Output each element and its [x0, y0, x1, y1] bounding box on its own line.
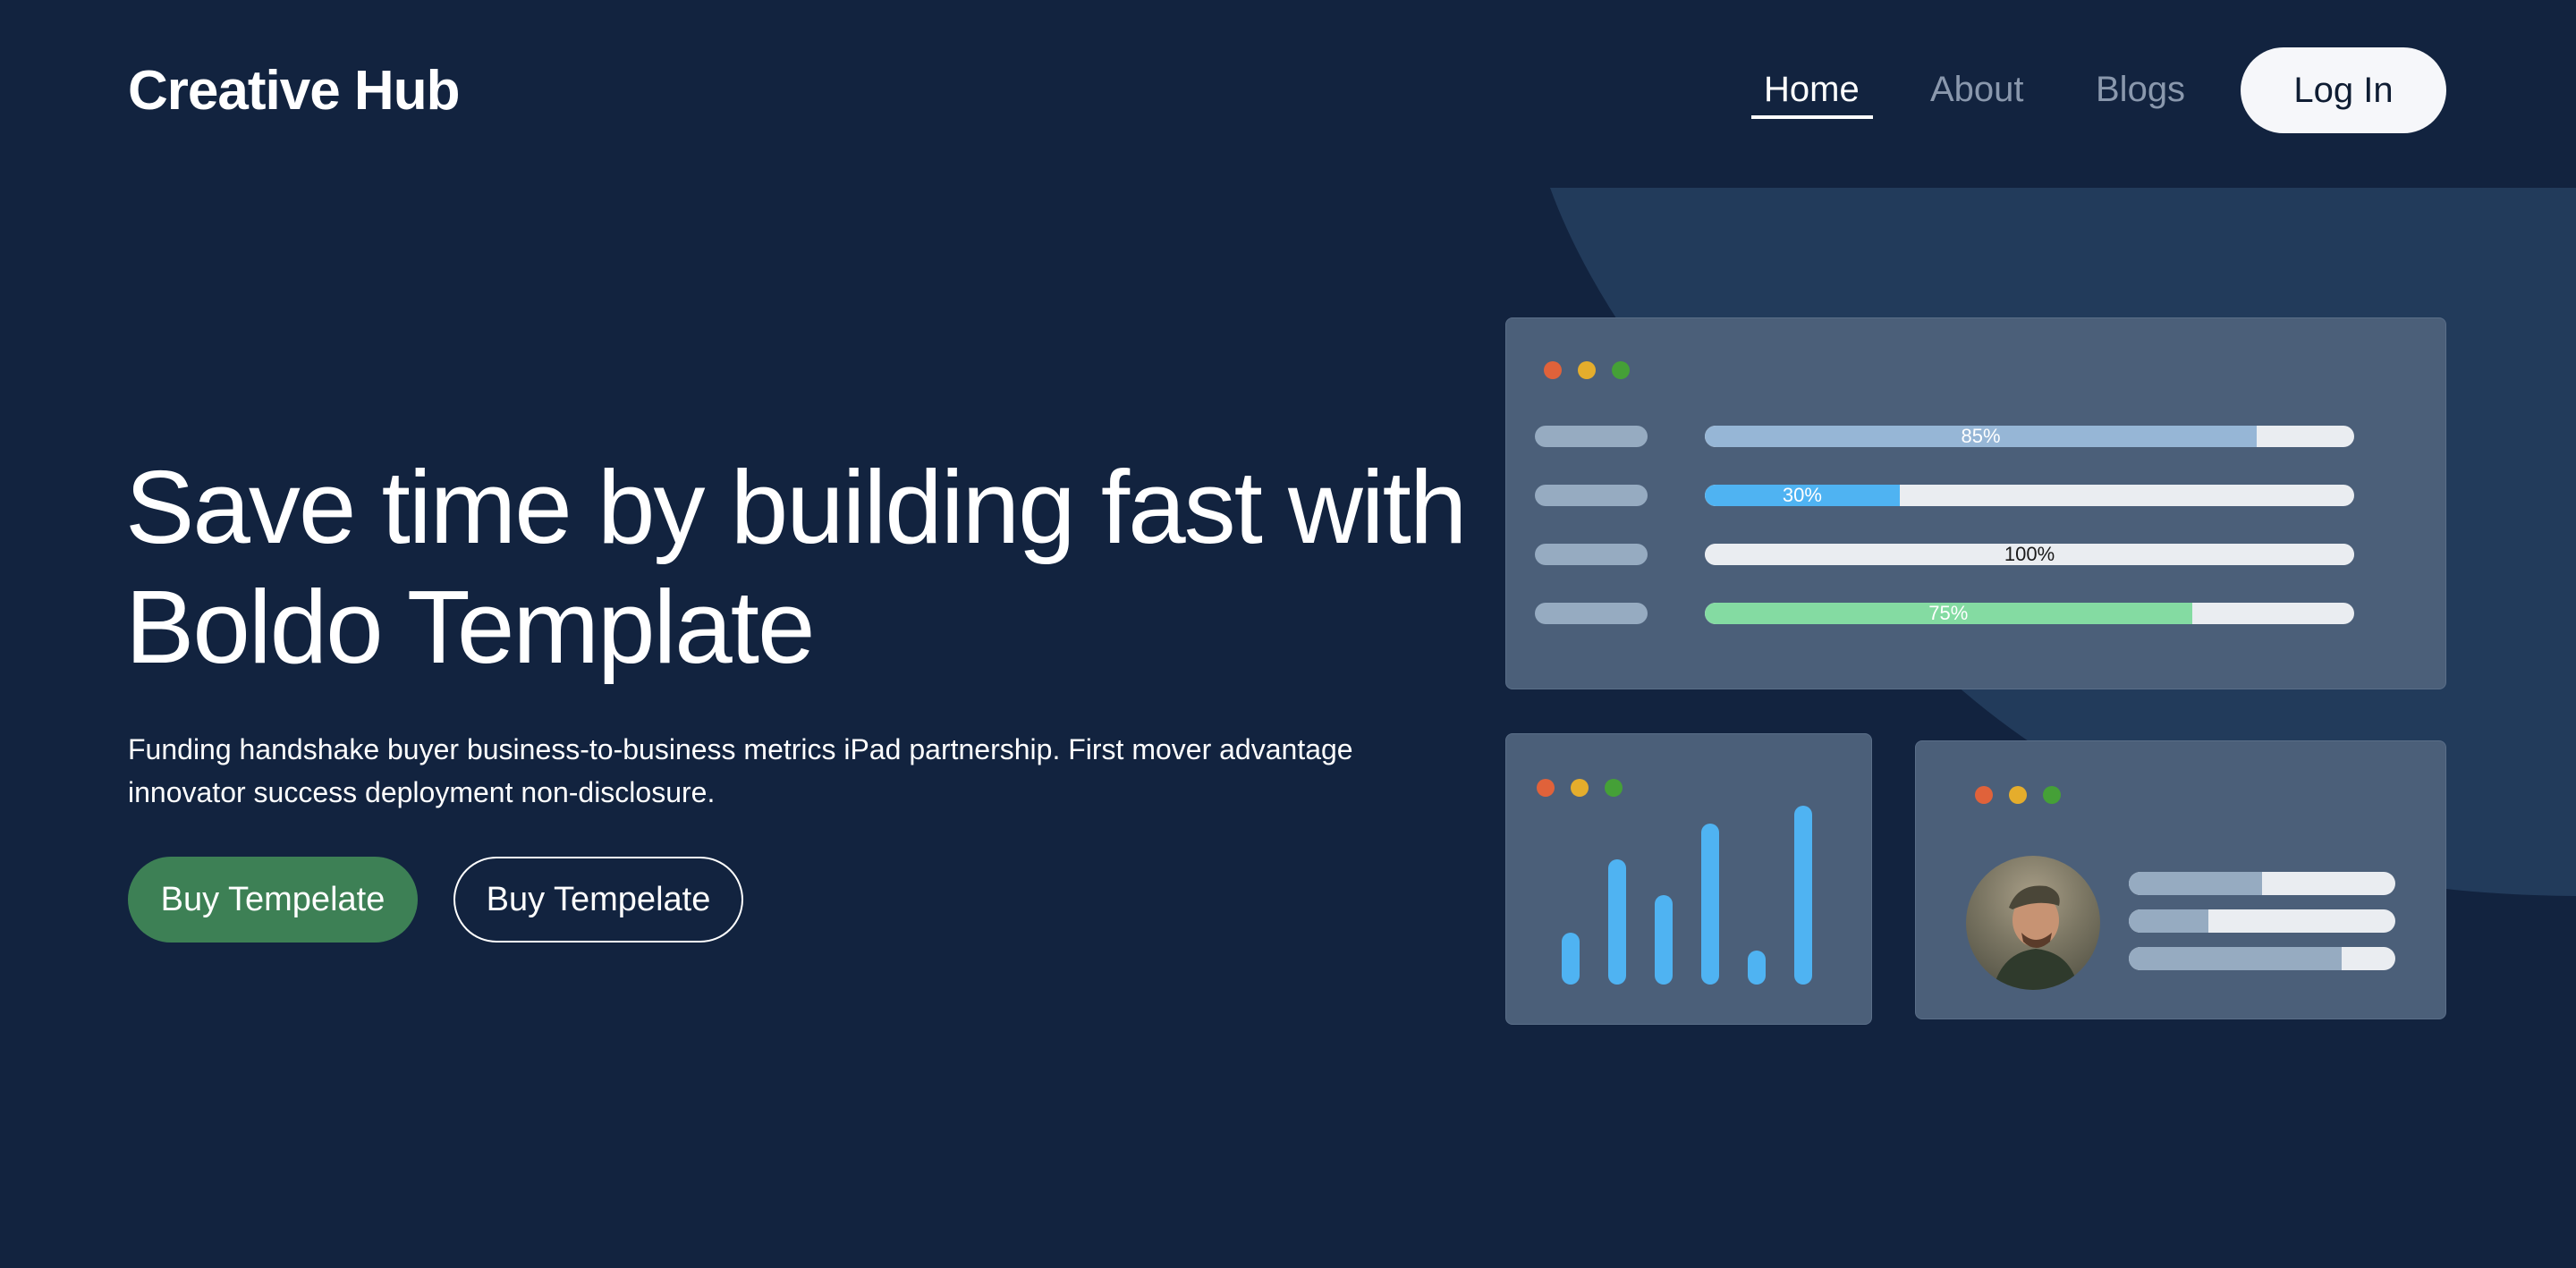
hero-title: Save time by building fast with Boldo Te…: [125, 447, 1467, 687]
landing-page: Creative Hub Home About Blogs Log In Sav…: [0, 0, 2576, 1268]
progress-row-label: [1535, 426, 1648, 447]
progress-bar: 85%: [1705, 426, 2354, 447]
progress-row-label: [1535, 485, 1648, 506]
profile-bar-fill: [2129, 947, 2343, 970]
profile-card: [1915, 740, 2446, 1019]
window-controls: [1975, 786, 2061, 804]
hero-title-line-2: Boldo Template: [125, 569, 815, 685]
window-dot-green: [2043, 786, 2061, 804]
buy-template-primary-button[interactable]: Buy Tempelate: [128, 857, 418, 943]
column-chart-bar: [1748, 951, 1766, 985]
progress-bar: 100%: [1705, 544, 2354, 565]
progress-bar-label: 85%: [1961, 426, 2001, 447]
hero-description-line-1: Funding handshake buyer business-to-busi…: [128, 733, 1353, 765]
window-dot-yellow: [1571, 779, 1589, 797]
progress-bar-label: 75%: [1928, 603, 1969, 624]
profile-bar-fill: [2129, 872, 2262, 895]
window-controls: [1544, 361, 1630, 379]
nav-active-underline: [1751, 115, 1873, 119]
column-chart-bar: [1655, 895, 1673, 985]
hero-title-line-1: Save time by building fast with: [125, 449, 1467, 565]
window-dot-red: [1537, 779, 1555, 797]
progress-card: 85% 30% 100% 75%: [1505, 317, 2446, 689]
progress-row-label: [1535, 603, 1648, 624]
window-dot-red: [1975, 786, 1993, 804]
profile-bar: [2129, 872, 2395, 895]
buy-template-outline-button[interactable]: Buy Tempelate: [453, 857, 743, 943]
profile-bar-fill: [2129, 909, 2209, 933]
column-chart-card: [1505, 733, 1872, 1025]
window-dot-green: [1605, 779, 1623, 797]
column-chart-bar: [1701, 824, 1719, 985]
window-dot-green: [1612, 361, 1630, 379]
hero-description-line-2: innovator success deployment non-disclos…: [128, 776, 716, 808]
profile-bar: [2129, 947, 2395, 970]
progress-row-label: [1535, 544, 1648, 565]
window-dot-yellow: [2009, 786, 2027, 804]
progress-bar-label: 100%: [2004, 544, 2055, 565]
nav-home-link[interactable]: Home: [1764, 70, 1860, 110]
progress-bar: 75%: [1705, 603, 2354, 624]
nav-about-link[interactable]: About: [1930, 70, 2024, 110]
column-chart-bar: [1794, 806, 1812, 985]
progress-bar-label: 30%: [1782, 485, 1822, 506]
avatar: [1966, 856, 2100, 990]
window-dot-red: [1544, 361, 1562, 379]
profile-bar: [2129, 909, 2395, 933]
window-controls: [1537, 779, 1623, 797]
column-chart-bar: [1562, 933, 1580, 985]
column-chart-bar: [1608, 859, 1626, 985]
progress-bar: 30%: [1705, 485, 2354, 506]
hero-description: Funding handshake buyer business-to-busi…: [128, 728, 1434, 814]
site-logo[interactable]: Creative Hub: [128, 59, 460, 123]
person-avatar-icon: [1993, 885, 2079, 990]
window-dot-yellow: [1578, 361, 1596, 379]
nav-blogs-link[interactable]: Blogs: [2096, 70, 2185, 110]
login-button[interactable]: Log In: [2241, 47, 2446, 133]
